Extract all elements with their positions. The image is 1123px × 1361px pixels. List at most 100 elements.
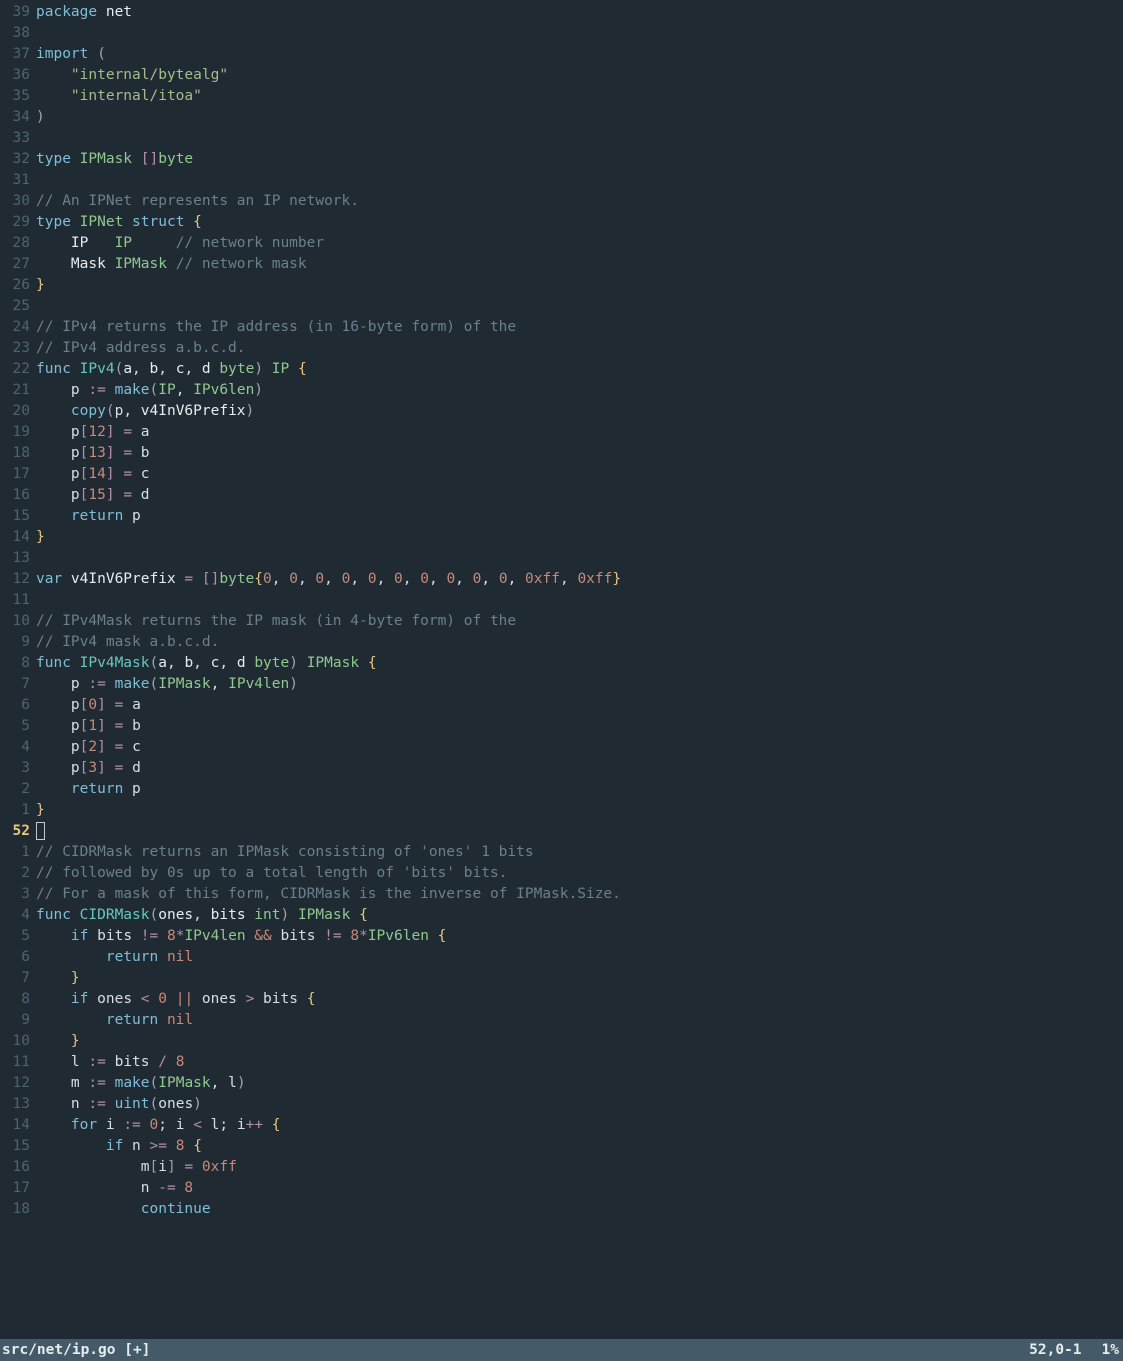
line-number: 22 xyxy=(0,359,36,380)
code-content: p[12] = a xyxy=(36,422,1123,443)
code-line[interactable]: 16 m[i] = 0xff xyxy=(0,1157,1123,1178)
code-line[interactable]: 3// For a mask of this form, CIDRMask is… xyxy=(0,884,1123,905)
line-number: 3 xyxy=(0,758,36,779)
status-position: 52,0-1 xyxy=(1009,1339,1081,1361)
line-number: 7 xyxy=(0,968,36,989)
code-line[interactable]: 19 p[12] = a xyxy=(0,422,1123,443)
line-number: 1 xyxy=(0,800,36,821)
code-line[interactable]: 1// CIDRMask returns an IPMask consistin… xyxy=(0,842,1123,863)
code-line[interactable]: 13 xyxy=(0,548,1123,569)
code-line[interactable]: 2 return p xyxy=(0,779,1123,800)
vim-editor[interactable]: 39package net3837import (36 "internal/by… xyxy=(0,0,1123,1361)
code-line[interactable]: 7 } xyxy=(0,968,1123,989)
code-line[interactable]: 33 xyxy=(0,128,1123,149)
line-number: 18 xyxy=(0,443,36,464)
line-number: 5 xyxy=(0,716,36,737)
code-line[interactable]: 38 xyxy=(0,23,1123,44)
code-content: // For a mask of this form, CIDRMask is … xyxy=(36,884,1123,905)
code-line[interactable]: 10// IPv4Mask returns the IP mask (in 4-… xyxy=(0,611,1123,632)
code-line[interactable]: 37import ( xyxy=(0,44,1123,65)
code-content: if n >= 8 { xyxy=(36,1136,1123,1157)
code-line[interactable]: 29type IPNet struct { xyxy=(0,212,1123,233)
code-line[interactable]: 12var v4InV6Prefix = []byte{0, 0, 0, 0, … xyxy=(0,569,1123,590)
line-number: 2 xyxy=(0,863,36,884)
code-line[interactable]: 35 "internal/itoa" xyxy=(0,86,1123,107)
code-line[interactable]: 7 p := make(IPMask, IPv4len) xyxy=(0,674,1123,695)
line-number: 30 xyxy=(0,191,36,212)
code-line[interactable]: 14} xyxy=(0,527,1123,548)
code-line[interactable]: 36 "internal/bytealg" xyxy=(0,65,1123,86)
code-content: copy(p, v4InV6Prefix) xyxy=(36,401,1123,422)
code-content xyxy=(36,170,1123,191)
code-area[interactable]: 39package net3837import (36 "internal/by… xyxy=(0,0,1123,1339)
line-number: 2 xyxy=(0,779,36,800)
line-number: 3 xyxy=(0,884,36,905)
code-line[interactable]: 17 n -= 8 xyxy=(0,1178,1123,1199)
code-line[interactable]: 5 if bits != 8*IPv4len && bits != 8*IPv6… xyxy=(0,926,1123,947)
code-line[interactable]: 21 p := make(IP, IPv6len) xyxy=(0,380,1123,401)
code-line[interactable]: 9// IPv4 mask a.b.c.d. xyxy=(0,632,1123,653)
code-line[interactable]: 17 p[14] = c xyxy=(0,464,1123,485)
code-line[interactable]: 10 } xyxy=(0,1031,1123,1052)
code-line[interactable]: 15 if n >= 8 { xyxy=(0,1136,1123,1157)
code-content: type IPMask []byte xyxy=(36,149,1123,170)
code-content: return nil xyxy=(36,947,1123,968)
line-number: 17 xyxy=(0,464,36,485)
line-number: 12 xyxy=(0,1073,36,1094)
code-line[interactable]: 4func CIDRMask(ones, bits int) IPMask { xyxy=(0,905,1123,926)
code-line[interactable]: 14 for i := 0; i < l; i++ { xyxy=(0,1115,1123,1136)
code-line[interactable]: 20 copy(p, v4InV6Prefix) xyxy=(0,401,1123,422)
line-number: 25 xyxy=(0,296,36,317)
code-line[interactable]: 31 xyxy=(0,170,1123,191)
code-line[interactable]: 12 m := make(IPMask, l) xyxy=(0,1073,1123,1094)
code-line[interactable]: 5 p[1] = b xyxy=(0,716,1123,737)
code-content: p[14] = c xyxy=(36,464,1123,485)
line-number: 39 xyxy=(0,2,36,23)
line-number: 31 xyxy=(0,170,36,191)
code-line[interactable]: 34) xyxy=(0,107,1123,128)
code-line[interactable]: 39package net xyxy=(0,2,1123,23)
code-content: ) xyxy=(36,107,1123,128)
code-content: // CIDRMask returns an IPMask consisting… xyxy=(36,842,1123,863)
code-line[interactable]: 18 p[13] = b xyxy=(0,443,1123,464)
line-number: 14 xyxy=(0,1115,36,1136)
code-line[interactable]: 1} xyxy=(0,800,1123,821)
code-line[interactable]: 32type IPMask []byte xyxy=(0,149,1123,170)
code-line[interactable]: 4 p[2] = c xyxy=(0,737,1123,758)
code-content: import ( xyxy=(36,44,1123,65)
code-content: IP IP // network number xyxy=(36,233,1123,254)
code-content: func CIDRMask(ones, bits int) IPMask { xyxy=(36,905,1123,926)
code-line[interactable]: 24// IPv4 returns the IP address (in 16-… xyxy=(0,317,1123,338)
code-content xyxy=(36,128,1123,149)
code-line[interactable]: 2// followed by 0s up to a total length … xyxy=(0,863,1123,884)
code-line[interactable]: 27 Mask IPMask // network mask xyxy=(0,254,1123,275)
code-content: // IPv4Mask returns the IP mask (in 4-by… xyxy=(36,611,1123,632)
line-number: 16 xyxy=(0,1157,36,1178)
code-line[interactable]: 9 return nil xyxy=(0,1010,1123,1031)
code-content: if bits != 8*IPv4len && bits != 8*IPv6le… xyxy=(36,926,1123,947)
code-line[interactable]: 6 return nil xyxy=(0,947,1123,968)
code-line[interactable]: 26} xyxy=(0,275,1123,296)
code-line[interactable]: 18 continue xyxy=(0,1199,1123,1220)
code-content: // IPv4 mask a.b.c.d. xyxy=(36,632,1123,653)
code-content: } xyxy=(36,527,1123,548)
code-line[interactable]: 28 IP IP // network number xyxy=(0,233,1123,254)
line-number: 11 xyxy=(0,1052,36,1073)
code-line[interactable]: 3 p[3] = d xyxy=(0,758,1123,779)
code-content: if ones < 0 || ones > bits { xyxy=(36,989,1123,1010)
code-content: type IPNet struct { xyxy=(36,212,1123,233)
code-line[interactable]: 15 return p xyxy=(0,506,1123,527)
line-number: 9 xyxy=(0,632,36,653)
code-line[interactable]: 23// IPv4 address a.b.c.d. xyxy=(0,338,1123,359)
code-line[interactable]: 11 l := bits / 8 xyxy=(0,1052,1123,1073)
code-line[interactable]: 8func IPv4Mask(a, b, c, d byte) IPMask { xyxy=(0,653,1123,674)
code-line[interactable]: 30// An IPNet represents an IP network. xyxy=(0,191,1123,212)
code-line[interactable]: 25 xyxy=(0,296,1123,317)
code-line[interactable]: 8 if ones < 0 || ones > bits { xyxy=(0,989,1123,1010)
code-line[interactable]: 6 p[0] = a xyxy=(0,695,1123,716)
code-line[interactable]: 52 xyxy=(0,821,1123,842)
code-line[interactable]: 11 xyxy=(0,590,1123,611)
code-line[interactable]: 13 n := uint(ones) xyxy=(0,1094,1123,1115)
code-line[interactable]: 16 p[15] = d xyxy=(0,485,1123,506)
code-line[interactable]: 22func IPv4(a, b, c, d byte) IP { xyxy=(0,359,1123,380)
